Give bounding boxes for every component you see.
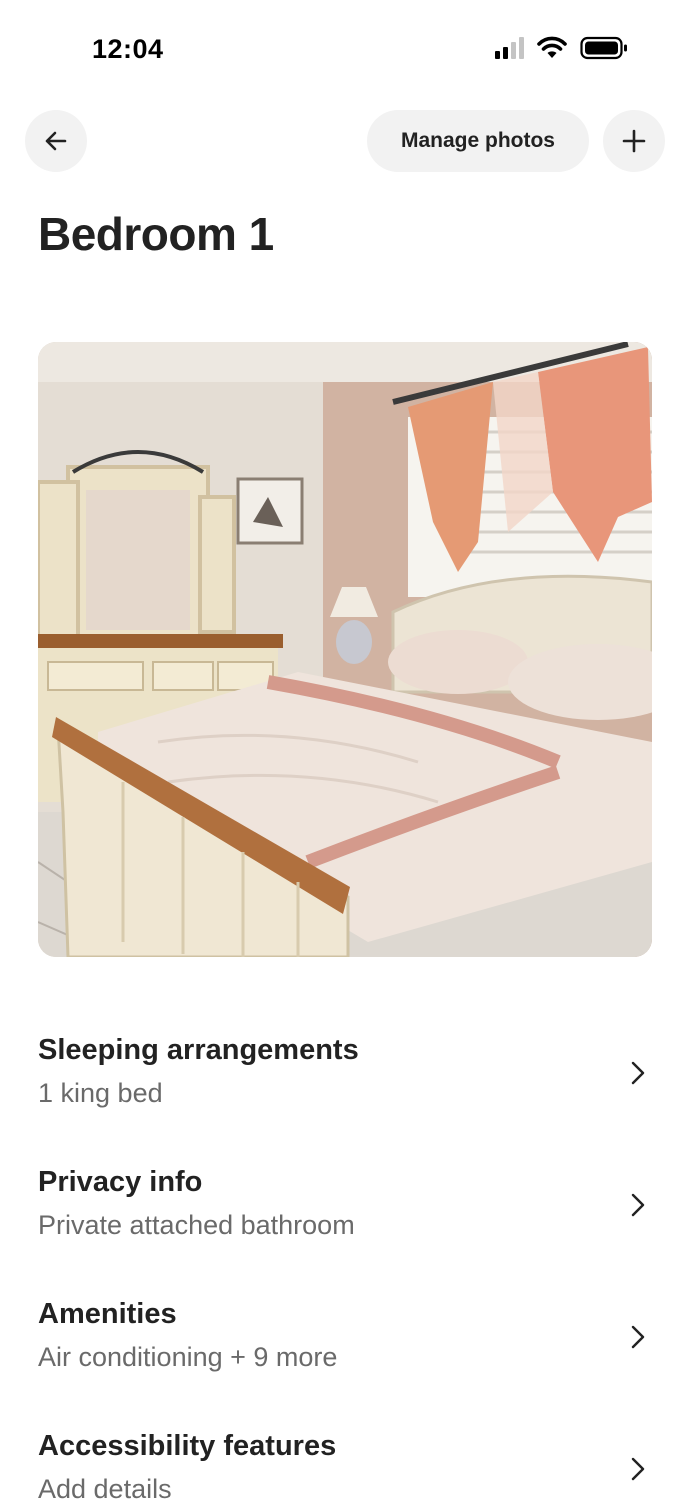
add-photo-button[interactable] [603,110,665,172]
back-button[interactable] [25,110,87,172]
row-title: Accessibility features [38,1430,337,1462]
row-sleeping-arrangements[interactable]: Sleeping arrangements 1 king bed [38,1034,652,1144]
bedroom-photo-illustration [38,342,652,957]
page-title: Bedroom 1 [38,208,274,260]
chevron-right-icon [631,1061,645,1085]
row-subtitle: 1 king bed [38,1078,163,1108]
status-bar: 12:04 [0,0,690,100]
plus-icon [622,129,646,153]
battery-icon [580,36,627,60]
wifi-icon [537,36,567,58]
status-time: 12:04 [92,34,164,64]
manage-photos-button[interactable]: Manage photos [367,110,589,172]
row-subtitle: Private attached bathroom [38,1210,355,1240]
chevron-right-icon [631,1325,645,1349]
row-subtitle: Add details [38,1474,172,1500]
row-title: Sleeping arrangements [38,1034,359,1066]
row-accessibility-features[interactable]: Accessibility features Add details [38,1430,652,1500]
row-subtitle: Air conditioning + 9 more [38,1342,338,1372]
row-privacy-info[interactable]: Privacy info Private attached bathroom [38,1166,652,1276]
row-title: Amenities [38,1298,177,1330]
status-icons [495,36,628,60]
cellular-signal-icon [495,37,524,59]
chevron-right-icon [631,1193,645,1217]
row-amenities[interactable]: Amenities Air conditioning + 9 more [38,1298,652,1408]
room-detail-screen: 12:04 Manage photos Bedroom 1 Sleeping a… [0,0,690,1500]
row-title: Privacy info [38,1166,203,1198]
arrow-left-icon [45,131,67,151]
chevron-right-icon [631,1457,645,1481]
room-photo[interactable] [38,342,652,957]
